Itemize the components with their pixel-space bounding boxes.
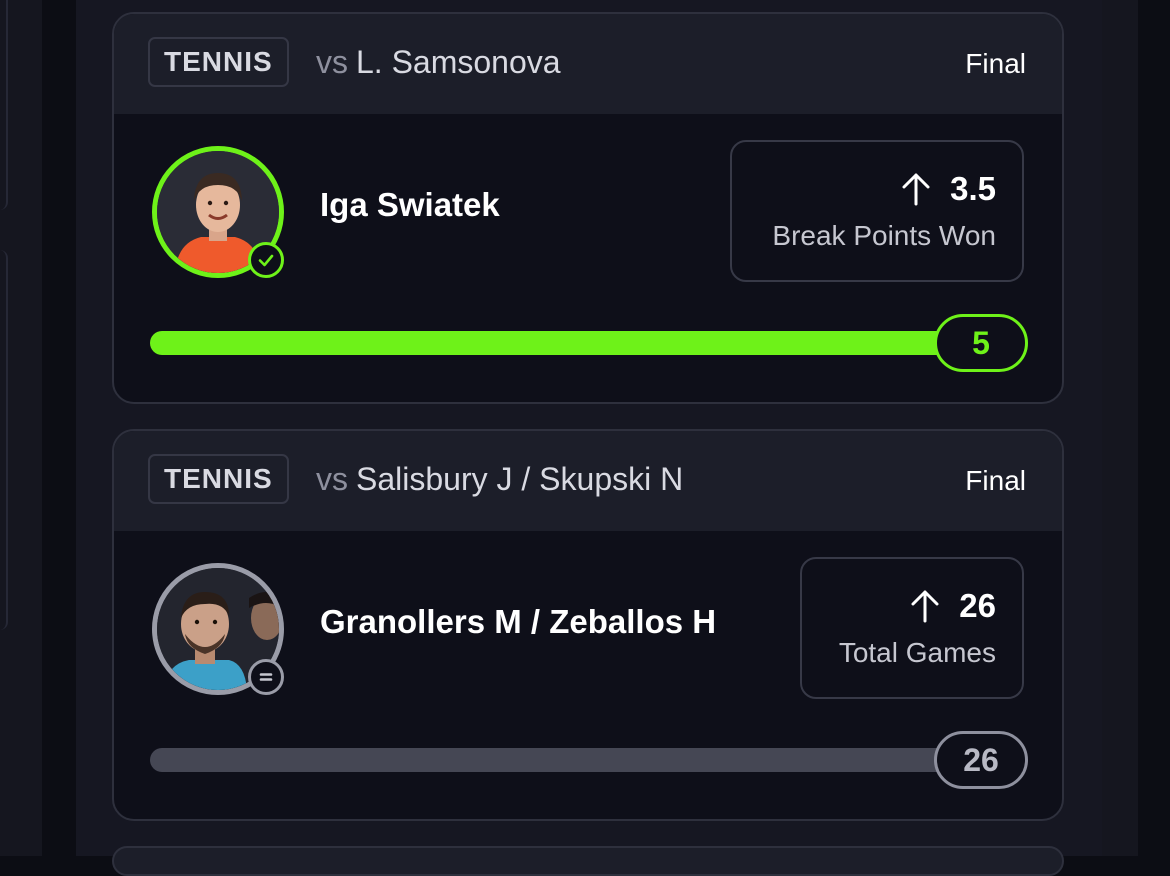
result-pill: 26 (934, 731, 1028, 789)
player-name: Granollers M / Zeballos H (320, 603, 717, 640)
arrow-up-icon (911, 590, 939, 623)
game-status: Final (965, 48, 1026, 79)
pick-card[interactable]: TENNIS vs Salisbury J / Skupski N Final G… (112, 429, 1064, 821)
stat-box: 26 Total Games (800, 557, 1024, 699)
progress-bar (150, 331, 1010, 355)
player-avatar (152, 146, 284, 278)
pick-card[interactable]: TENNIS vs L. Samsonova Final Iga Swiatek … (112, 12, 1064, 404)
stat-label: Total Games (838, 637, 996, 668)
result-pill: 5 (934, 314, 1028, 372)
stat-box: 3.5 Break Points Won (730, 140, 1024, 282)
arrow-up-icon (902, 173, 930, 206)
progress-bar (150, 748, 1010, 772)
sport-badge: TENNIS (148, 454, 289, 504)
pick-card-next[interactable] (112, 846, 1064, 876)
game-status: Final (965, 465, 1026, 496)
check-circle-icon (248, 242, 284, 278)
equals-circle-icon (248, 659, 284, 695)
card-header: TENNIS vs L. Samsonova Final (114, 14, 1062, 114)
vs-prefix: vs (316, 461, 348, 497)
stat-label: Break Points Won (772, 220, 996, 251)
opponent-name: Salisbury J / Skupski N (356, 461, 684, 497)
card-header: TENNIS vs Salisbury J / Skupski N Final (114, 431, 1062, 531)
right-panel-edge (1102, 0, 1138, 856)
opponent-name: L. Samsonova (356, 44, 561, 80)
opponent-label: vs L. Samsonova (316, 44, 561, 81)
sport-badge: TENNIS (148, 37, 289, 87)
opponent-label: vs Salisbury J / Skupski N (316, 461, 683, 498)
vs-prefix: vs (316, 44, 348, 80)
left-panel-divider (0, 250, 8, 630)
player-avatar (152, 563, 284, 695)
stat-line: 3.5 (950, 170, 996, 207)
stat-line: 26 (959, 587, 996, 624)
left-panel-divider (0, 0, 8, 210)
player-name: Iga Swiatek (320, 186, 500, 223)
left-panel-edge (0, 0, 42, 856)
